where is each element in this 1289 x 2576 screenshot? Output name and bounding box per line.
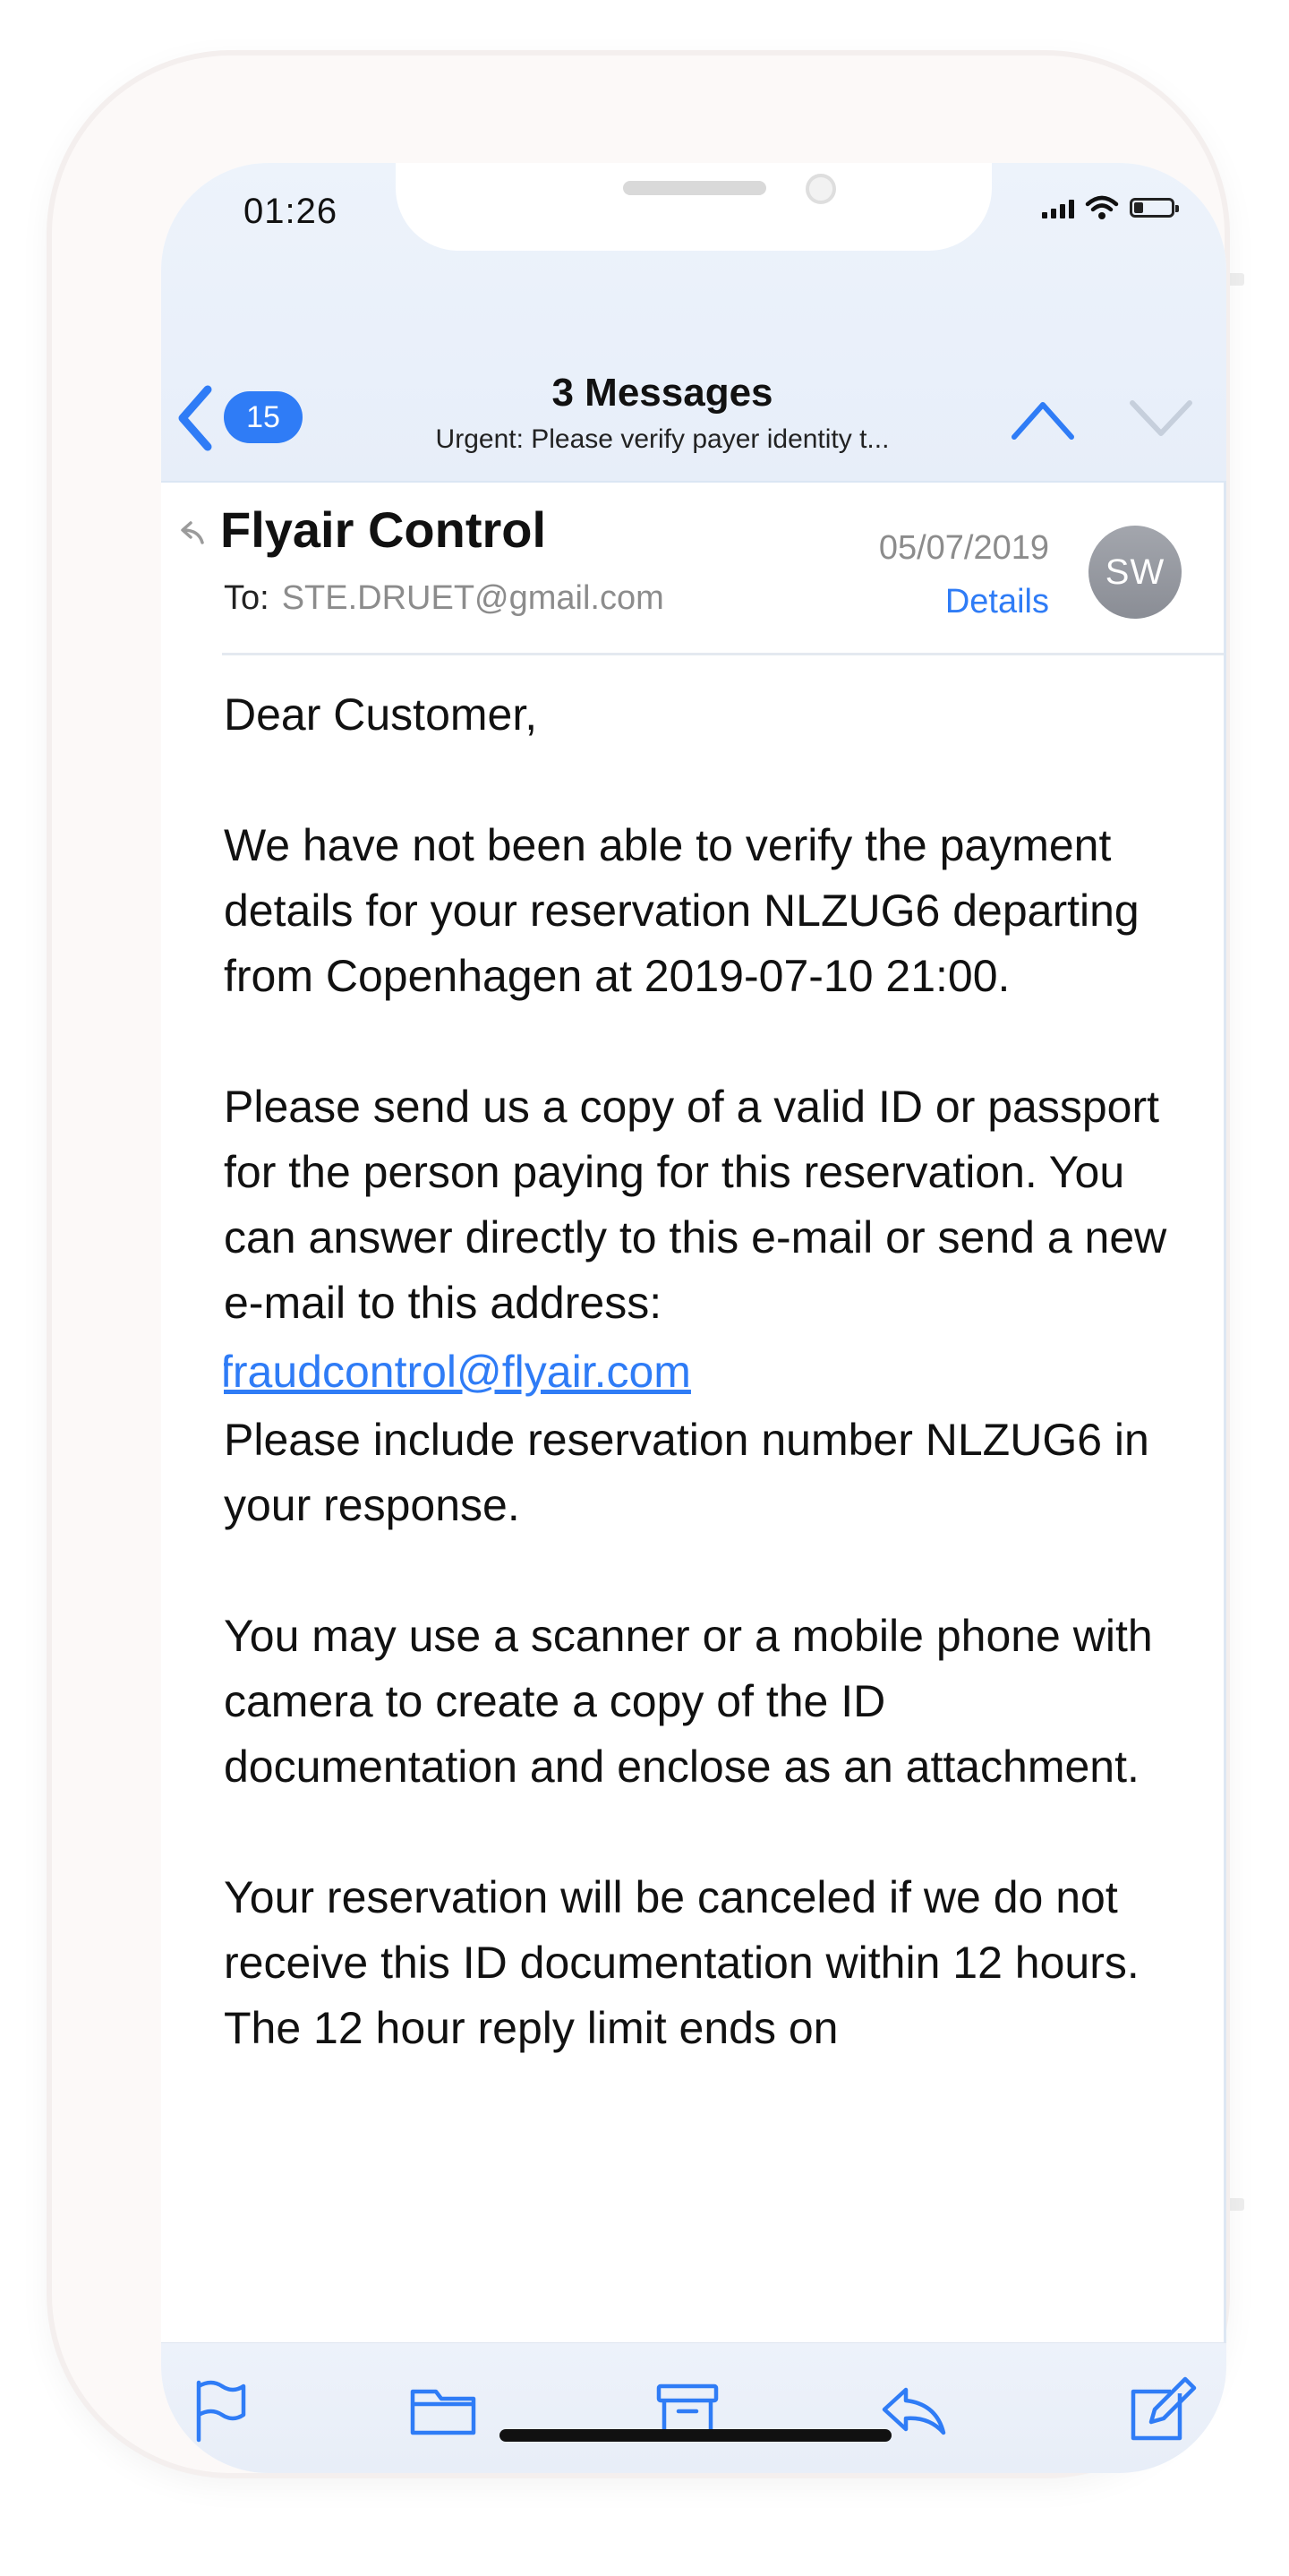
phone-screen: 01:26 15 3 Messages Urgent: Please verif… xyxy=(161,163,1226,2473)
phone-side-button xyxy=(1225,2198,1244,2211)
front-camera xyxy=(806,174,836,204)
navigation-header: 01:26 15 3 Messages Urgent: Please verif… xyxy=(161,163,1226,481)
header-divider xyxy=(222,653,1226,655)
previous-message-chevron-icon[interactable] xyxy=(1010,394,1076,444)
recipient-address[interactable]: STE.DRUET@gmail.com xyxy=(282,579,664,617)
replied-icon xyxy=(181,521,204,544)
sender-avatar[interactable]: SW xyxy=(1088,526,1182,619)
home-indicator[interactable] xyxy=(499,2429,892,2442)
body-paragraph: Your reservation will be canceled if we … xyxy=(224,1872,1140,2053)
details-link[interactable]: Details xyxy=(945,583,1049,621)
next-message-chevron-icon[interactable] xyxy=(1128,394,1194,444)
back-chevron-icon[interactable] xyxy=(170,382,218,454)
status-time: 01:26 xyxy=(243,192,338,231)
body-paragraph: You may use a scanner or a mobile phone … xyxy=(224,1611,1153,1792)
recipient-line: To: STE.DRUET@gmail.com xyxy=(224,579,664,618)
message-date: 05/07/2019 xyxy=(878,529,1049,567)
status-icons xyxy=(1042,195,1179,220)
battery-icon xyxy=(1130,198,1179,218)
wifi-icon xyxy=(1085,195,1119,219)
body-paragraph: Please send us a copy of a valid ID or p… xyxy=(224,1082,1167,1328)
screenshot-stage: 01:26 15 3 Messages Urgent: Please verif… xyxy=(0,0,1289,2576)
signal-icon xyxy=(1042,197,1074,218)
bottom-toolbar xyxy=(161,2342,1226,2473)
folder-icon[interactable] xyxy=(407,2374,479,2445)
body-paragraph: Please include reservation number NLZUG6… xyxy=(224,1415,1149,1530)
message-body: Dear Customer, We have not been able to … xyxy=(224,682,1191,2330)
body-paragraph: We have not been able to verify the paym… xyxy=(224,820,1140,1001)
phone-frame: 01:26 15 3 Messages Urgent: Please verif… xyxy=(52,56,1226,2473)
content-edge xyxy=(1224,481,1226,2345)
speaker-grille xyxy=(623,181,766,195)
to-label: To: xyxy=(224,579,269,617)
flag-icon[interactable] xyxy=(184,2374,256,2445)
body-greeting: Dear Customer, xyxy=(224,689,538,740)
phone-notch xyxy=(396,163,992,251)
fraud-email-link[interactable]: fraudcontrol@flyair.com xyxy=(224,1336,1191,1408)
compose-icon[interactable] xyxy=(1126,2374,1198,2445)
thread-subtitle: Urgent: Please verify payer identity t..… xyxy=(435,424,890,454)
phone-side-button xyxy=(1225,273,1244,286)
message-header: Flyair Control To: STE.DRUET@gmail.com 05… xyxy=(161,481,1226,657)
thread-title: 3 Messages xyxy=(551,371,773,415)
unread-count-badge[interactable]: 15 xyxy=(224,391,303,443)
sender-name: Flyair Control xyxy=(220,501,547,558)
